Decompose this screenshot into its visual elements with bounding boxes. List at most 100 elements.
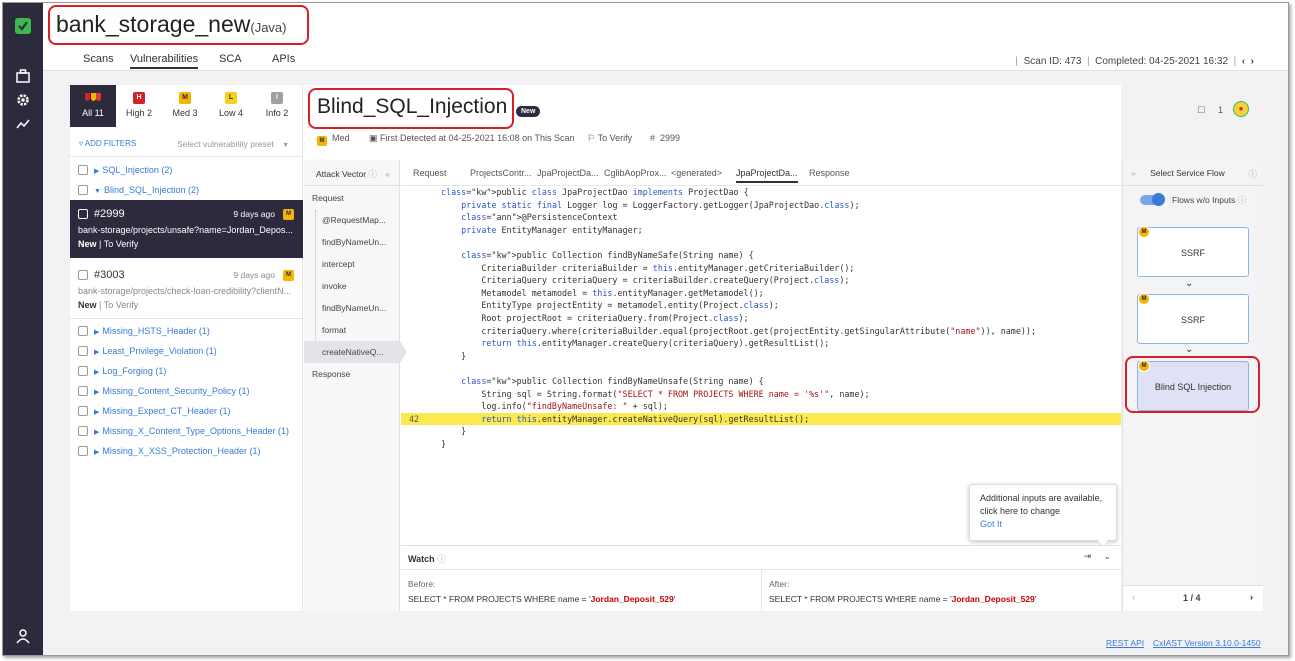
next-page-icon[interactable]: ›: [1250, 592, 1253, 602]
file-tab[interactable]: ProjectsContr...: [470, 168, 532, 178]
after-label: After:: [769, 579, 790, 589]
gear-icon[interactable]: [14, 91, 32, 109]
expand-panel-icon[interactable]: »: [1131, 168, 1136, 178]
severity-tab-med-label: Med 3: [172, 108, 198, 118]
medium-severity-icon: M: [179, 92, 191, 104]
checkbox[interactable]: [78, 270, 88, 280]
file-tab[interactable]: JpaProjectDa...: [537, 168, 599, 178]
service-flow-pager: ‹ 1 / 4 ›: [1123, 585, 1263, 611]
checkbox[interactable]: [78, 386, 88, 396]
tab-scans[interactable]: Scans: [83, 53, 114, 65]
vulnerability-preset-select[interactable]: Select vulnerability preset ▼: [177, 139, 289, 149]
code-line: }: [441, 426, 467, 437]
severity-tab-low[interactable]: L Low 4: [208, 85, 254, 127]
vuln-card-3003[interactable]: #3003 9 days ago M bank-storage/projects…: [70, 261, 303, 319]
checkbox[interactable]: [78, 446, 88, 456]
expand-icon: ▶: [94, 409, 100, 416]
attack-vector-item[interactable]: invoke: [304, 275, 404, 297]
vuln-group-least-privilege-violation[interactable]: ▶ Least_Privilege_Violation (1): [78, 346, 217, 356]
code-line: CriteriaQuery criteriaQuery = criteriaBu…: [441, 275, 850, 286]
calendar-icon: ▣: [369, 133, 378, 143]
tooltip-text: click here to change: [980, 506, 1061, 516]
got-it-link[interactable]: Got It: [980, 518, 1106, 531]
vuln-group-missing-hsts-header[interactable]: ▶ Missing_HSTS_Header (1): [78, 326, 210, 336]
vuln-card-2999[interactable]: #2999 9 days ago M bank-storage/projects…: [70, 200, 303, 258]
attack-vector-item[interactable]: findByNameUn...: [304, 297, 404, 319]
vuln-group-missing-expect-ct[interactable]: ▶ Missing_Expect_CT_Header (1): [78, 406, 230, 416]
code-line: class="kw">public class JpaProjectDao im…: [441, 187, 749, 197]
expand-icon: ▶: [94, 449, 100, 456]
checkmarx-logo-icon[interactable]: [14, 17, 32, 35]
tab-vulnerabilities[interactable]: Vulnerabilities: [130, 53, 199, 69]
scan-meta: | Scan ID: 473 | Completed: 04-25-2021 1…: [1015, 56, 1254, 67]
avatar[interactable]: ●: [1233, 101, 1249, 117]
annotation-box-flow: [1125, 356, 1260, 413]
attack-vector-item[interactable]: Response: [304, 363, 404, 385]
severity-tab-med[interactable]: M Med 3: [162, 85, 208, 127]
attack-vector-item[interactable]: @RequestMap...: [304, 209, 404, 231]
briefcase-icon[interactable]: [14, 67, 32, 85]
vuln-group-missing-x-content-type[interactable]: ▶ Missing_X_Content_Type_Options_Header (…: [78, 426, 289, 436]
severity-tab-high[interactable]: H High 2: [116, 85, 162, 127]
add-filters-button[interactable]: ▿ ADD FILTERS: [79, 139, 136, 148]
attack-vector-item[interactable]: intercept: [304, 253, 404, 275]
comment-icon[interactable]: □: [1198, 104, 1205, 116]
vuln-group-sql-injection[interactable]: ▶ SQL_Injection (2): [78, 165, 172, 175]
checkbox[interactable]: [78, 426, 88, 436]
checkbox[interactable]: [78, 185, 88, 195]
expand-icon: ▶: [94, 429, 100, 436]
vuln-card-path: bank-storage/projects/check-loan-credibi…: [78, 286, 292, 296]
analytics-icon[interactable]: [14, 115, 32, 133]
annotation-box-project: [48, 5, 309, 45]
vuln-group-blind-sql-injection[interactable]: ▼ Blind_SQL_Injection (2): [78, 185, 199, 195]
checkbox[interactable]: [78, 326, 88, 336]
attack-vector-item[interactable]: format: [304, 319, 404, 341]
severity-tab-all-label: All 11: [82, 108, 104, 118]
service-flow-header: » Select Service Flow ⓘ: [1123, 160, 1263, 186]
flow-step-ssrf[interactable]: M SSRF: [1137, 293, 1249, 344]
state-selector[interactable]: ⚐ To Verify: [587, 133, 632, 144]
flows-toggle[interactable]: [1140, 193, 1165, 206]
prev-scan-icon[interactable]: ‹: [1242, 56, 1245, 67]
vuln-group-log-forging[interactable]: ▶ Log_Forging (1): [78, 366, 166, 376]
vuln-card-status: New: [78, 300, 97, 310]
file-tab-active[interactable]: JpaProjectDa...: [736, 168, 798, 183]
file-tab[interactable]: <generated>: [671, 168, 722, 178]
version-link[interactable]: CxIAST Version 3.10.0-1450: [1153, 638, 1261, 648]
checkbox[interactable]: [78, 165, 88, 175]
tab-apis[interactable]: APIs: [272, 53, 295, 65]
attack-vector-item[interactable]: findByNameUn...: [304, 231, 404, 253]
prev-page-icon[interactable]: ‹: [1132, 592, 1135, 602]
before-label: Before:: [408, 579, 436, 589]
expand-icon: ▶: [94, 389, 100, 396]
checkbox[interactable]: [78, 346, 88, 356]
file-tab[interactable]: Request: [413, 168, 447, 178]
attack-vector-item[interactable]: Request: [304, 187, 404, 209]
severity-tab-all[interactable]: All 11: [70, 85, 116, 127]
next-scan-icon[interactable]: ›: [1251, 56, 1254, 67]
chevron-down-icon[interactable]: ⌄: [1103, 551, 1111, 562]
attack-vector-item-active[interactable]: createNativeQ...: [304, 341, 400, 363]
tab-sca[interactable]: SCA: [219, 53, 242, 65]
checkbox[interactable]: [78, 366, 88, 376]
checkbox[interactable]: [78, 209, 88, 219]
medium-severity-icon: M: [317, 136, 327, 146]
flow-step-ssrf[interactable]: M SSRF: [1137, 226, 1249, 277]
vuln-group-missing-csp[interactable]: ▶ Missing_Content_Security_Policy (1): [78, 386, 249, 396]
export-icon[interactable]: ⇥: [1083, 551, 1091, 562]
vuln-group-missing-x-xss[interactable]: ▶ Missing_X_XSS_Protection_Header (1): [78, 446, 260, 456]
before-value: SELECT * FROM PROJECTS WHERE name = 'Jor…: [408, 594, 676, 604]
code-line: class="kw">public Collection findByNameU…: [461, 375, 764, 386]
rest-api-link[interactable]: REST API: [1106, 638, 1144, 648]
vulnerability-list-panel: All 11 H High 2 M Med 3 L Low 4 I Info 2…: [70, 85, 303, 611]
user-icon[interactable]: [14, 627, 32, 645]
attack-vector-panel: Attack Vector ⓘ « Request @RequestMap...…: [304, 160, 407, 611]
severity-tab-info[interactable]: I Info 2: [254, 85, 300, 127]
code-line: class="kw">public Collection findByNameS…: [461, 249, 754, 260]
file-tab[interactable]: Response: [809, 168, 850, 178]
file-tab[interactable]: CglibAopProx...: [604, 168, 667, 178]
checkbox[interactable]: [78, 406, 88, 416]
severity-tab-low-label: Low 4: [218, 108, 244, 118]
collapse-panel-icon[interactable]: «: [385, 169, 390, 179]
